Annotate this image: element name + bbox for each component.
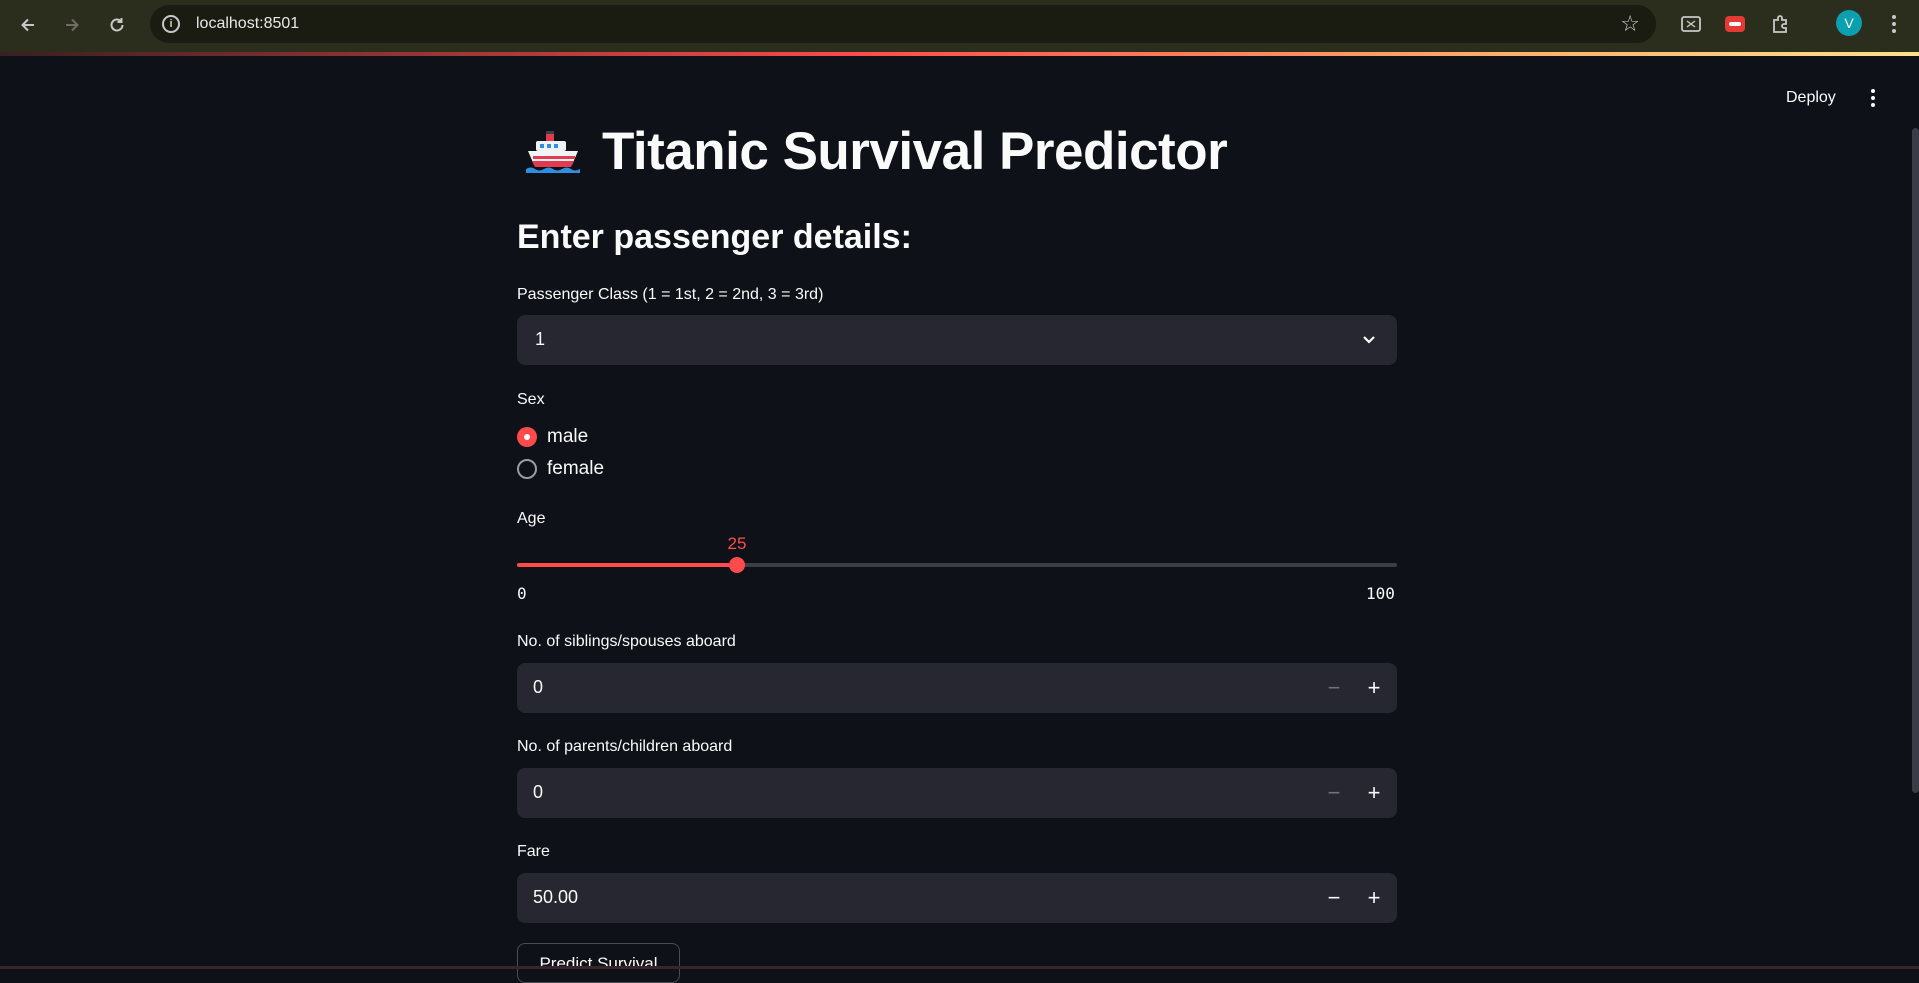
- parch-decrement-button[interactable]: −: [1317, 776, 1351, 810]
- slider-current-value: 25: [727, 534, 747, 553]
- page-title: Titanic Survival Predictor: [602, 121, 1228, 181]
- sex-label: Sex: [517, 391, 545, 408]
- fare-number-input[interactable]: 50.00 − +: [517, 873, 1397, 923]
- age-slider-fill: [517, 563, 737, 567]
- section-subheader: Enter passenger details:: [517, 218, 912, 256]
- site-info-icon[interactable]: i: [162, 15, 180, 33]
- address-bar[interactable]: i localhost:8501 ☆: [150, 5, 1656, 43]
- streamlit-decoration-bar: [0, 52, 1919, 56]
- title-row: Titanic Survival Predictor: [524, 116, 1228, 186]
- fare-value: 50.00: [533, 887, 579, 907]
- fare-decrement-button[interactable]: −: [1317, 881, 1351, 915]
- extensions-puzzle-icon[interactable]: [1768, 11, 1794, 37]
- age-slider-track[interactable]: [517, 557, 1397, 573]
- sibsp-number-input[interactable]: 0 − +: [517, 663, 1397, 713]
- scrollbar[interactable]: [1912, 128, 1919, 793]
- forward-button[interactable]: [57, 10, 87, 40]
- pclass-label: Passenger Class (1 = 1st, 2 = 2nd, 3 = 3…: [517, 286, 824, 303]
- slider-min-label: 0: [517, 584, 527, 603]
- radio-option-label: male: [547, 426, 589, 447]
- sibsp-label: No. of siblings/spouses aboard: [517, 633, 736, 650]
- radio-option-label: female: [547, 458, 605, 479]
- slider-max-label: 100: [1366, 584, 1395, 603]
- parch-increment-button[interactable]: +: [1357, 776, 1391, 810]
- age-slider-thumb[interactable]: [729, 557, 745, 573]
- browser-menu-icon[interactable]: [1880, 10, 1908, 38]
- app-menu-icon[interactable]: [1860, 84, 1886, 112]
- reload-button[interactable]: [102, 10, 132, 40]
- fare-increment-button[interactable]: +: [1357, 881, 1391, 915]
- pclass-select[interactable]: 1: [517, 315, 1397, 365]
- radio-unselected-icon: [517, 459, 537, 479]
- sibsp-increment-button[interactable]: +: [1357, 671, 1391, 705]
- parch-number-input[interactable]: 0 − +: [517, 768, 1397, 818]
- browser-toolbar: i localhost:8501 ☆ V: [0, 0, 1919, 52]
- pclass-selected-value: 1: [535, 329, 546, 349]
- back-button[interactable]: [13, 10, 43, 40]
- url-text: localhost:8501: [196, 15, 300, 32]
- extension-media-icon[interactable]: [1678, 11, 1704, 37]
- age-label: Age: [517, 510, 546, 527]
- radio-option-female[interactable]: female: [517, 456, 604, 482]
- extension-red-icon[interactable]: [1722, 11, 1748, 37]
- radio-selected-icon: [517, 427, 537, 447]
- arrow-left-icon: [21, 18, 34, 32]
- sibsp-value: 0: [533, 677, 544, 697]
- arrow-right-icon: [66, 18, 79, 32]
- predict-survival-button[interactable]: Predict Survival: [517, 943, 680, 983]
- reload-icon: [110, 18, 124, 32]
- bookmark-star-icon[interactable]: ☆: [1620, 11, 1640, 37]
- profile-avatar[interactable]: V: [1836, 10, 1862, 36]
- fare-label: Fare: [517, 843, 550, 860]
- ship-icon: [524, 127, 582, 175]
- chevron-down-icon: [1359, 329, 1379, 349]
- radio-option-male[interactable]: male: [517, 424, 588, 450]
- parch-value: 0: [533, 782, 544, 802]
- deploy-button[interactable]: Deploy: [1772, 84, 1850, 112]
- sibsp-decrement-button[interactable]: −: [1317, 671, 1351, 705]
- parch-label: No. of parents/children aboard: [517, 738, 733, 755]
